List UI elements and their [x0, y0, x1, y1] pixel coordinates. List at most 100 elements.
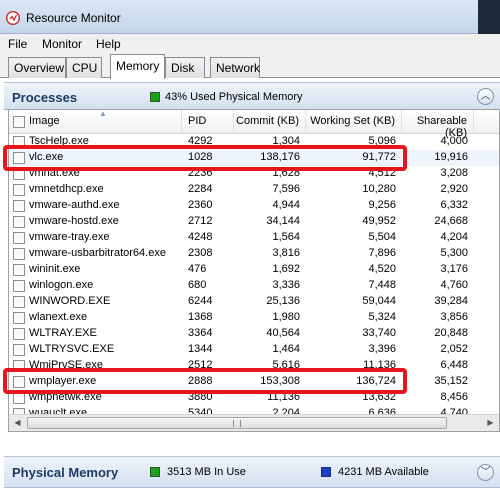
cell-working-set: 7,448 [368, 279, 396, 291]
row-checkbox[interactable] [13, 344, 25, 356]
used-memory-swatch [150, 92, 160, 102]
row-checkbox[interactable] [13, 280, 25, 292]
cell-pid: 4248 [188, 231, 213, 243]
table-row[interactable]: WLTRYSVC.EXE 1344 1,464 3,396 2,052 [9, 342, 499, 358]
tab-disk[interactable]: Disk [165, 57, 205, 78]
cell-working-set: 4,520 [368, 263, 396, 275]
cell-commit: 3,816 [272, 247, 300, 259]
cell-working-set: 33,740 [362, 327, 396, 339]
highlight-vlc [3, 145, 407, 171]
cell-shareable: 2,920 [440, 183, 468, 195]
table-header: ▲ Image PID Commit (KB) Working Set (KB)… [9, 110, 499, 139]
cell-image: vmware-authd.exe [29, 199, 120, 211]
menu-help[interactable]: Help [96, 37, 121, 51]
in-use-value: 3513 MB In Use [167, 466, 246, 478]
cell-pid: 2284 [188, 183, 213, 195]
window-edge [478, 0, 500, 34]
chevron-down-icon[interactable]: ﹀ [477, 464, 494, 481]
cell-shareable: 6,332 [440, 199, 468, 211]
row-checkbox[interactable] [13, 296, 25, 308]
horizontal-scrollbar[interactable]: ◀ ▶ [9, 414, 499, 431]
cell-working-set: 5,504 [368, 231, 396, 243]
cell-commit: 7,596 [272, 183, 300, 195]
scrollbar-thumb[interactable] [27, 417, 447, 429]
cell-working-set: 59,044 [362, 295, 396, 307]
cell-working-set: 7,896 [368, 247, 396, 259]
used-memory-summary: 43% Used Physical Memory [165, 91, 303, 103]
table-row[interactable]: WINWORD.EXE 6244 25,136 59,044 39,284 [9, 294, 499, 310]
physical-memory-title: Physical Memory [12, 465, 119, 480]
row-checkbox[interactable] [13, 264, 25, 276]
row-checkbox[interactable] [13, 248, 25, 260]
tab-overview[interactable]: Overview [8, 57, 66, 78]
cell-shareable: 39,284 [434, 295, 468, 307]
table-row[interactable]: winlogon.exe 680 3,336 7,448 4,760 [9, 278, 499, 294]
highlight-wmplayer [3, 368, 407, 394]
row-checkbox[interactable] [13, 232, 25, 244]
cell-working-set: 3,396 [368, 343, 396, 355]
arrow-right-icon[interactable]: ▶ [483, 416, 498, 430]
table-row[interactable]: wininit.exe 476 1,692 4,520 3,176 [9, 262, 499, 278]
cell-pid: 6244 [188, 295, 213, 307]
menu-file[interactable]: File [8, 37, 27, 51]
column-shareable[interactable]: Shareable (KB) [402, 110, 474, 139]
in-use-swatch [150, 467, 160, 477]
tab-strip: Overview CPU Memory Disk Network [0, 54, 500, 79]
arrow-left-icon[interactable]: ◀ [10, 416, 25, 430]
cell-commit: 1,464 [272, 343, 300, 355]
title-bar: Resource Monitor [0, 0, 500, 34]
tab-cpu[interactable]: CPU [66, 57, 102, 78]
cell-pid: 2308 [188, 247, 213, 259]
menu-monitor[interactable]: Monitor [42, 37, 82, 51]
cell-commit: 1,692 [272, 263, 300, 275]
column-working-set[interactable]: Working Set (KB) [306, 110, 402, 134]
chevron-up-icon[interactable]: ︿ [477, 88, 494, 105]
table-row[interactable]: vmware-hostd.exe 2712 34,144 49,952 24,668 [9, 214, 499, 230]
cell-image: vmware-tray.exe [29, 231, 110, 243]
cell-image: wlanext.exe [29, 311, 88, 323]
menu-bar: File Monitor Help [0, 34, 500, 54]
row-checkbox[interactable] [13, 184, 25, 196]
cell-shareable: 4,204 [440, 231, 468, 243]
table-row[interactable]: wlanext.exe 1368 1,980 5,324 3,856 [9, 310, 499, 326]
table-row[interactable]: WLTRAY.EXE 3364 40,564 33,740 20,848 [9, 326, 499, 342]
tab-memory[interactable]: Memory [110, 54, 165, 79]
cell-image: WLTRYSVC.EXE [29, 343, 115, 355]
table-row[interactable]: vmnetdhcp.exe 2284 7,596 10,280 2,920 [9, 182, 499, 198]
row-checkbox[interactable] [13, 328, 25, 340]
cell-pid: 680 [188, 279, 207, 291]
table-row[interactable]: vmware-tray.exe 4248 1,564 5,504 4,204 [9, 230, 499, 246]
sort-ascending-icon: ▲ [99, 109, 107, 118]
cell-shareable: 4,000 [440, 135, 468, 147]
cell-shareable: 2,052 [440, 343, 468, 355]
processes-title: Processes [12, 90, 78, 105]
available-value: 4231 MB Available [338, 466, 429, 478]
processes-header[interactable]: Processes 43% Used Physical Memory ︿ [4, 82, 500, 110]
cell-commit: 1,564 [272, 231, 300, 243]
table-row[interactable]: vmware-usbarbitrator64.exe 2308 3,816 7,896… [9, 246, 499, 262]
cell-image: wininit.exe [29, 263, 81, 275]
memory-tab-content: Processes 43% Used Physical Memory ︿ ▲ I… [0, 78, 500, 500]
column-image[interactable]: ▲ Image [23, 110, 182, 134]
cell-pid: 1344 [188, 343, 213, 355]
cell-image: vmware-usbarbitrator64.exe [29, 247, 166, 259]
cell-working-set: 49,952 [362, 215, 396, 227]
cell-working-set: 9,256 [368, 199, 396, 211]
cell-shareable: 35,152 [434, 375, 468, 387]
physical-memory-header[interactable]: Physical Memory 3513 MB In Use 4231 MB A… [4, 456, 500, 488]
cell-image: vmware-hostd.exe [29, 215, 119, 227]
cell-image: WINWORD.EXE [29, 295, 111, 307]
row-checkbox[interactable] [13, 216, 25, 228]
row-checkbox[interactable] [13, 312, 25, 324]
column-pid[interactable]: PID [182, 110, 234, 134]
column-commit[interactable]: Commit (KB) [234, 110, 306, 134]
cell-commit: 34,144 [266, 215, 300, 227]
tab-network[interactable]: Network [210, 57, 260, 78]
cell-commit: 40,564 [266, 327, 300, 339]
cell-image: winlogon.exe [29, 279, 94, 291]
cell-shareable: 6,448 [440, 359, 468, 371]
table-row[interactable]: vmware-authd.exe 2360 4,944 9,256 6,332 [9, 198, 499, 214]
cell-shareable: 3,208 [440, 167, 468, 179]
row-checkbox[interactable] [13, 200, 25, 212]
cell-commit: 25,136 [266, 295, 300, 307]
